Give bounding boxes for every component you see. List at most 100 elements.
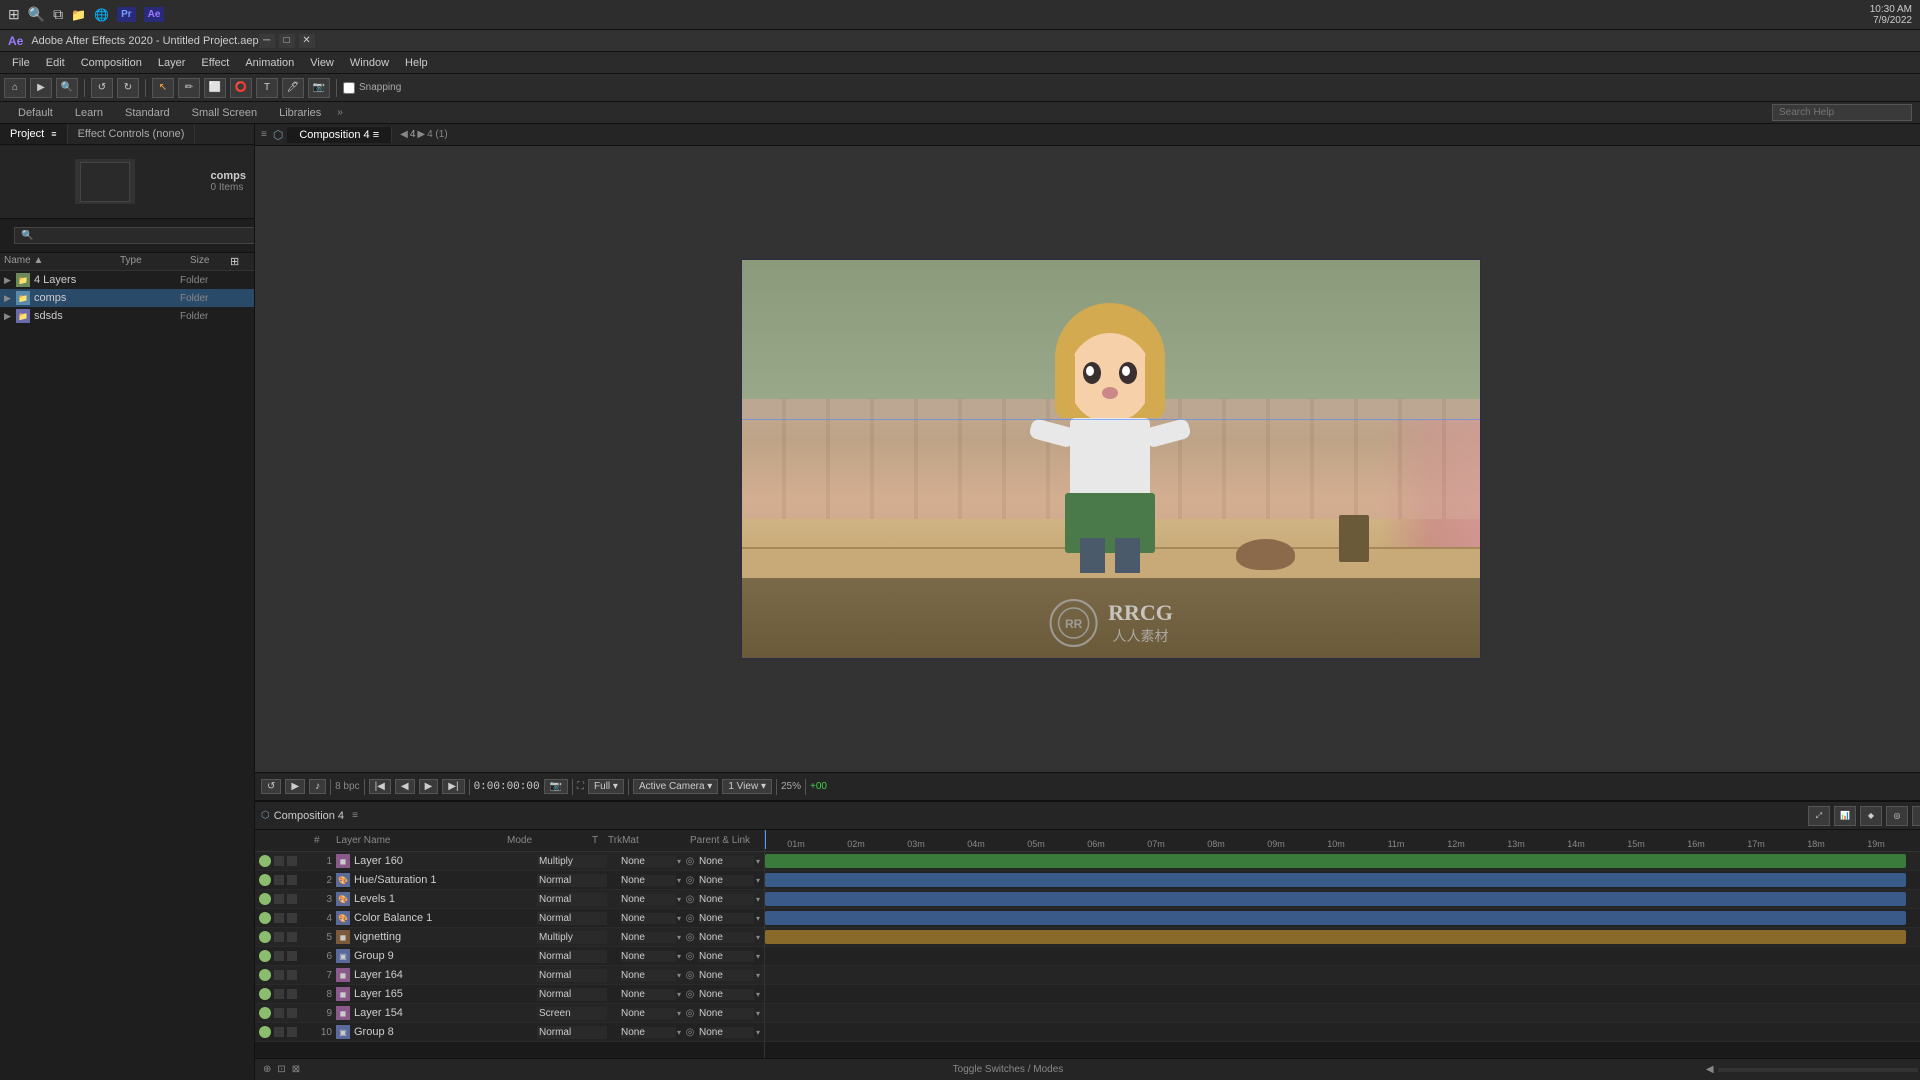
layer-2-vis[interactable] (259, 874, 271, 886)
layer-9-trkmat-select[interactable]: None (621, 1008, 676, 1019)
vc-camera-view[interactable]: Active Camera ▾ (633, 779, 718, 794)
layer-1-vis[interactable] (259, 855, 271, 867)
workspace-tab-libraries[interactable]: Libraries (269, 105, 331, 121)
vc-channels-btn[interactable]: +00 (810, 781, 827, 792)
maximize-button[interactable]: □ (279, 34, 295, 48)
vc-quality-select[interactable]: Full ▾ (588, 779, 624, 794)
layer-3-mode[interactable]: Normal (537, 893, 607, 906)
layer-3-link-select[interactable]: None (699, 894, 754, 905)
layer-7-trkmat-select[interactable]: None (621, 970, 676, 981)
layer-9-lock[interactable] (287, 1008, 297, 1018)
menu-composition[interactable]: Composition (73, 55, 150, 71)
layer-4-trkmat-select[interactable]: None (621, 913, 676, 924)
workspace-tab-default[interactable]: Default (8, 105, 63, 121)
layer-8-vis[interactable] (259, 988, 271, 1000)
layer-4-lock[interactable] (287, 913, 297, 923)
layer-row-7[interactable]: 7 ◼ Layer 164 Normal None ▾ ◎ None ▾ (255, 966, 764, 985)
menu-view[interactable]: View (302, 55, 342, 71)
layer-row-10[interactable]: 10 ▣ Group 8 Normal None ▾ ◎ None ▾ (255, 1023, 764, 1042)
layer-9-mode[interactable]: Screen (537, 1007, 607, 1020)
menu-file[interactable]: File (4, 55, 38, 71)
layer-5-trkmat-select[interactable]: None (621, 932, 676, 943)
vc-audio-btn[interactable]: ♪ (309, 779, 326, 794)
menu-effect[interactable]: Effect (193, 55, 237, 71)
toolbar-home[interactable]: ⌂ (4, 78, 26, 98)
toolbar-camera[interactable]: 📷 (308, 78, 330, 98)
toolbar-pen[interactable]: ✏ (178, 78, 200, 98)
taskbar-app-aftereffects[interactable]: Ae (144, 7, 165, 22)
layer-row-9[interactable]: 9 ◼ Layer 154 Screen None ▾ ◎ None ▾ (255, 1004, 764, 1023)
layer-7-lock[interactable] (287, 970, 297, 980)
layer-6-trkmat-select[interactable]: None (621, 951, 676, 962)
layer-4-link-select[interactable]: None (699, 913, 754, 924)
layer-7-mode[interactable]: Normal (537, 969, 607, 982)
taskbar-app-1[interactable]: 📁 (71, 8, 86, 22)
layer-5-link-select[interactable]: None (699, 932, 754, 943)
layer-1-mode[interactable]: Multiply (537, 855, 607, 868)
layer-10-trkmat-select[interactable]: None (621, 1027, 676, 1038)
workspace-tab-small-screen[interactable]: Small Screen (182, 105, 267, 121)
layer-8-solo[interactable] (274, 989, 284, 999)
layer-row-3[interactable]: 3 🎨 Levels 1 Normal None ▾ ◎ None ▾ (255, 890, 764, 909)
layer-3-solo[interactable] (274, 894, 284, 904)
toolbar-redo[interactable]: ↻ (117, 78, 139, 98)
layer-2-mode[interactable]: Normal (537, 874, 607, 887)
layer-7-link-select[interactable]: None (699, 970, 754, 981)
layer-9-solo[interactable] (274, 1008, 284, 1018)
minimize-button[interactable]: ─ (259, 34, 275, 48)
layer-7-vis[interactable] (259, 969, 271, 981)
snapping-checkbox[interactable] (343, 82, 355, 94)
layer-4-solo[interactable] (274, 913, 284, 923)
comp-nav-next[interactable]: ▶ (417, 129, 425, 140)
layer-6-solo[interactable] (274, 951, 284, 961)
tab-effect-controls[interactable]: Effect Controls (none) (68, 124, 196, 144)
timeline-graph-btn[interactable]: 📊 (1834, 806, 1856, 826)
layer-8-mode[interactable]: Normal (537, 988, 607, 1001)
timeline-solo-btn[interactable]: ◎ (1886, 806, 1908, 826)
project-item-sdsds[interactable]: ▶ 📁 sdsds Folder (0, 307, 254, 325)
layer-4-vis[interactable] (259, 912, 271, 924)
layer-6-lock[interactable] (287, 951, 297, 961)
vc-move-to-start[interactable]: |◀ (369, 779, 391, 794)
menu-edit[interactable]: Edit (38, 55, 73, 71)
layer-3-lock[interactable] (287, 894, 297, 904)
toolbar-brush[interactable]: 🖊 (282, 78, 304, 98)
windows-icon[interactable]: ⊞ (8, 6, 20, 23)
layer-1-trkmat-select[interactable]: None (621, 856, 676, 867)
layer-row-8[interactable]: 8 ◼ Layer 165 Normal None ▾ ◎ None ▾ (255, 985, 764, 1004)
vc-loop-btn[interactable]: ↺ (261, 779, 281, 794)
search-taskbar-icon[interactable]: 🔍 (28, 6, 45, 23)
taskbar-app-2[interactable]: 🌐 (94, 8, 109, 22)
vc-play-pause[interactable]: ▶ (419, 779, 439, 794)
menu-layer[interactable]: Layer (150, 55, 194, 71)
taskview-icon[interactable]: ⧉ (53, 6, 63, 23)
timeline-end-btn[interactable]: ⊠ (292, 1064, 300, 1075)
vc-view-select[interactable]: 1 View ▾ (722, 779, 772, 794)
layer-row-5[interactable]: 5 ◼ vignetting Multiply None ▾ ◎ None ▾ (255, 928, 764, 947)
timeline-lock-btn[interactable]: 🔒 (1912, 806, 1920, 826)
taskbar-app-premiere[interactable]: Pr (117, 7, 136, 22)
workspace-search-input[interactable] (1772, 104, 1912, 121)
layer-8-trkmat-select[interactable]: None (621, 989, 676, 1000)
layer-10-link-select[interactable]: None (699, 1027, 754, 1038)
timeline-scroll-left[interactable]: ◀ (1706, 1064, 1714, 1075)
layer-1-solo[interactable] (274, 856, 284, 866)
close-button[interactable]: ✕ (299, 34, 315, 48)
toolbar-text[interactable]: T (256, 78, 278, 98)
layer-8-link-select[interactable]: None (699, 989, 754, 1000)
layer-8-lock[interactable] (287, 989, 297, 999)
layer-5-mode[interactable]: Multiply (537, 931, 607, 944)
layer-9-vis[interactable] (259, 1007, 271, 1019)
menu-window[interactable]: Window (342, 55, 397, 71)
layer-4-mode[interactable]: Normal (537, 912, 607, 925)
layer-2-lock[interactable] (287, 875, 297, 885)
workspace-more-btn[interactable]: » (337, 107, 343, 118)
menu-help[interactable]: Help (397, 55, 436, 71)
toolbar-play[interactable]: ▶ (30, 78, 52, 98)
layer-10-vis[interactable] (259, 1026, 271, 1038)
layer-1-link-select[interactable]: None (699, 856, 754, 867)
tab-project[interactable]: Project ≡ (0, 124, 68, 144)
layer-2-trkmat-select[interactable]: None (621, 875, 676, 886)
timeline-scroll-bar[interactable] (1718, 1068, 1918, 1072)
layer-10-mode[interactable]: Normal (537, 1026, 607, 1039)
